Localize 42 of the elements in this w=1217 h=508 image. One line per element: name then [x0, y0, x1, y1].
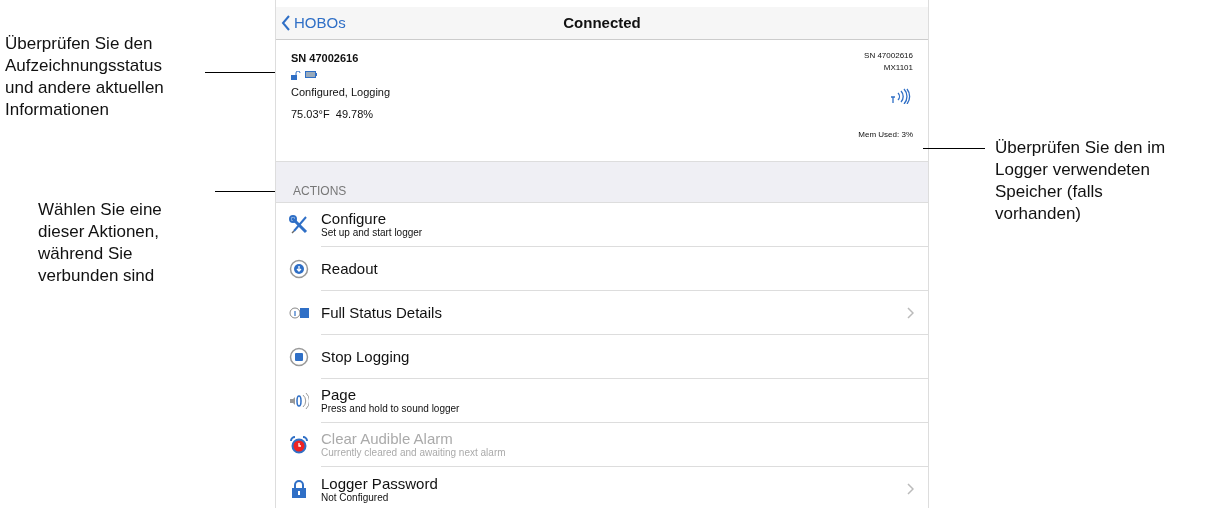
action-subtitle: Set up and start logger [321, 227, 424, 239]
annotation-text: Wählen Sie eine dieser Aktionen, während Sie verbunden sind [37, 199, 163, 287]
action-title: Configure [321, 210, 387, 227]
serial-number: SN 47002616 [864, 50, 913, 62]
back-button[interactable]: HOBOs [276, 10, 352, 36]
action-row[interactable]: Full Status Details [276, 291, 928, 335]
action-row[interactable]: Logger Password Not Configured [276, 467, 928, 508]
alarm-clock-icon [289, 435, 309, 455]
stop-icon [289, 347, 309, 367]
serial-number: SN 47002616 [291, 51, 360, 66]
action-title: Full Status Details [321, 304, 443, 321]
action-title: Logger Password [321, 474, 439, 492]
logging-status: Configured, Logging [291, 84, 391, 100]
leader-line [205, 72, 275, 73]
annotation-text: Überprüfen Sie den Aufzeichnungsstatus und andere aktuellen Informationen [4, 33, 165, 121]
wireless-signal-icon [891, 88, 913, 104]
speaker-sound-icon [289, 391, 309, 411]
section-header: ACTIONS [293, 184, 347, 198]
leader-line [215, 191, 275, 192]
sensor-readings: 75.03°F 49.78% [291, 107, 375, 122]
leader-line [923, 148, 985, 149]
action-row[interactable]: Configure Set up and start logger [276, 203, 928, 247]
memory-used: Mem Used: 3% [858, 129, 913, 141]
action-title: Clear Audible Alarm [321, 430, 454, 447]
action-subtitle: Not Configured [321, 491, 390, 504]
action-row[interactable]: Readout [276, 247, 928, 291]
unlocked-icon [291, 70, 301, 80]
action-row[interactable]: Page Press and hold to sound logger [276, 379, 928, 423]
action-subtitle: Currently cleared and awaiting next alarm [321, 447, 507, 459]
screen-title: Connected [563, 12, 641, 33]
download-icon [289, 259, 309, 279]
wrench-screwdriver-icon [289, 215, 309, 235]
action-title: Page [321, 386, 357, 403]
model-number: MX1101 [883, 62, 913, 74]
battery-icon [305, 70, 317, 78]
chevron-left-icon [281, 15, 291, 31]
action-title: Readout [321, 260, 379, 277]
action-subtitle: Press and hold to sound logger [321, 403, 461, 415]
padlock-icon [289, 479, 309, 499]
action-row[interactable]: Stop Logging [276, 335, 928, 379]
action-title: Stop Logging [321, 348, 411, 365]
annotation-text: Überprüfen Sie den im Logger verwendeten Speicher (falls vorhanden) [995, 137, 1167, 225]
